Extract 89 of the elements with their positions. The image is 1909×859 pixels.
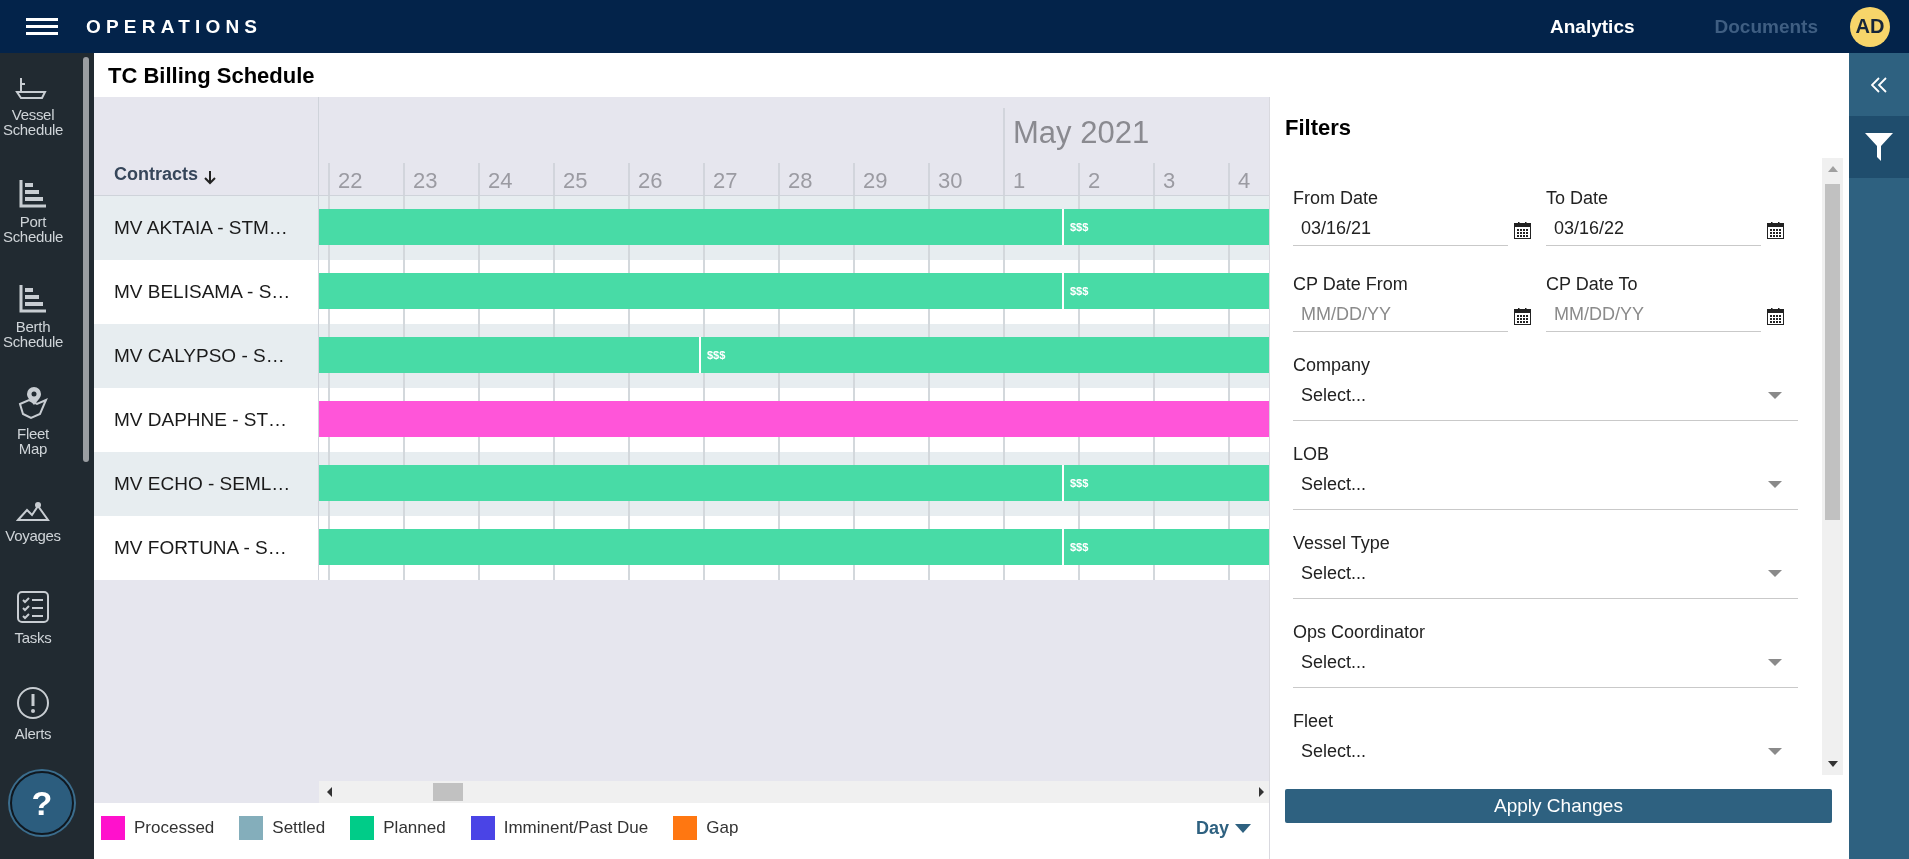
legend-label: Planned (383, 818, 446, 838)
date-field[interactable]: 03/16/21 (1293, 215, 1508, 246)
select-field[interactable]: Select... (1293, 382, 1798, 421)
sidebar-label: Vessel Schedule (2, 106, 64, 137)
sidebar-label: Tasks (14, 629, 52, 645)
scroll-right-icon[interactable] (1259, 787, 1265, 797)
sidebar-label: Port Schedule (2, 213, 64, 244)
horizontal-scrollbar[interactable] (319, 781, 1269, 803)
filters-title: Filters (1285, 114, 1352, 142)
day-label: 24 (488, 167, 513, 195)
day-label: 28 (788, 167, 813, 195)
scale-dropdown[interactable]: Day (1195, 817, 1251, 839)
apply-button[interactable]: Apply Changes (1285, 789, 1832, 823)
vertical-scrollbar[interactable] (1822, 158, 1843, 775)
legend-label: Settled (272, 818, 326, 838)
calendar-icon[interactable] (1767, 222, 1784, 239)
caret-icon (1768, 392, 1782, 399)
help-button[interactable]: ? (10, 771, 74, 835)
field-label: Fleet (1293, 711, 1334, 732)
field-label: To Date (1546, 188, 1609, 209)
day-label: 27 (713, 167, 738, 195)
field-label: CP Date From (1293, 274, 1408, 295)
sidebar-item[interactable]: Berth Schedule (3, 263, 63, 368)
app-title: OPERATIONS (86, 15, 263, 38)
day-label: 26 (638, 167, 663, 195)
menu-icon[interactable] (26, 18, 58, 35)
day-label: 4 (1238, 167, 1251, 195)
date-field[interactable]: 03/16/22 (1546, 215, 1761, 246)
day-label: 3 (1163, 167, 1176, 195)
nav-link[interactable]: Analytics (1550, 15, 1635, 38)
select-field[interactable]: Select... (1293, 471, 1798, 510)
date-field[interactable]: MM/DD/YY (1546, 301, 1761, 332)
month-label: May 2021 (1013, 115, 1150, 151)
caret-icon (1768, 481, 1782, 488)
sort-arrow-icon[interactable] (204, 170, 216, 185)
sidebar-item[interactable]: Tasks (3, 569, 63, 665)
column-header[interactable]: Contracts (114, 164, 198, 185)
day-label: 29 (863, 167, 888, 195)
scrollbar-thumb[interactable] (433, 783, 463, 801)
field-label: Ops Coordinator (1293, 622, 1426, 643)
sidebar-label: Voyages (5, 527, 61, 543)
day-label: 30 (938, 167, 963, 195)
calendar-icon[interactable] (1767, 308, 1784, 325)
field-label: Company (1293, 355, 1371, 376)
scroll-left-icon[interactable] (326, 787, 332, 797)
scroll-down-icon[interactable] (1828, 761, 1838, 767)
day-label: 23 (413, 167, 438, 195)
sidebar-item[interactable]: Voyages (3, 473, 63, 569)
page-title: TC Billing Schedule (107, 62, 315, 89)
sidebar-item[interactable]: Fleet Map (3, 368, 63, 473)
field-label: Vessel Type (1293, 533, 1390, 554)
caret-icon (1768, 748, 1782, 755)
sidebar-item[interactable]: Alerts (3, 665, 63, 761)
field-label: LOB (1293, 444, 1330, 465)
scrollbar-thumb[interactable] (1825, 184, 1840, 520)
scroll-up-icon[interactable] (1828, 166, 1838, 172)
filter-icon[interactable] (1865, 133, 1893, 161)
legend-label: Processed (134, 818, 215, 838)
caret-icon (1235, 823, 1251, 833)
select-field[interactable]: Select... (1293, 560, 1798, 599)
user-avatar[interactable]: AD (1850, 6, 1890, 47)
field-label: From Date (1293, 188, 1379, 209)
field-label: CP Date To (1546, 274, 1638, 295)
caret-icon (1768, 570, 1782, 577)
sidebar-item[interactable]: Vessel Schedule (3, 53, 63, 158)
day-label: 1 (1013, 167, 1026, 195)
select-field[interactable]: Select... (1293, 738, 1798, 775)
calendar-icon[interactable] (1514, 222, 1531, 239)
date-field[interactable]: MM/DD/YY (1293, 301, 1508, 332)
caret-icon (1768, 659, 1782, 666)
legend-label: Gap (706, 818, 739, 838)
bar-chart-icon (18, 282, 48, 313)
checklist-icon (16, 589, 50, 624)
scrollbar-thumb[interactable] (83, 57, 89, 462)
sidebar-label: Fleet Map (16, 425, 50, 456)
select-field[interactable]: Select... (1293, 649, 1798, 688)
sidebar-label: Alerts (14, 725, 52, 741)
day-label: 25 (563, 167, 588, 195)
legend-label: Imminent/Past Due (503, 818, 649, 838)
sidebar-label: Berth Schedule (2, 318, 64, 349)
alert-icon (16, 685, 50, 720)
calendar-icon[interactable] (1514, 308, 1531, 325)
mountain-icon (16, 499, 50, 522)
map-pin-icon (16, 385, 50, 420)
bar-chart-icon (18, 177, 48, 208)
collapse-icon[interactable] (1871, 76, 1887, 93)
day-label: 22 (338, 167, 363, 195)
day-label: 2 (1088, 167, 1101, 195)
sidebar-item[interactable]: Port Schedule (3, 158, 63, 263)
